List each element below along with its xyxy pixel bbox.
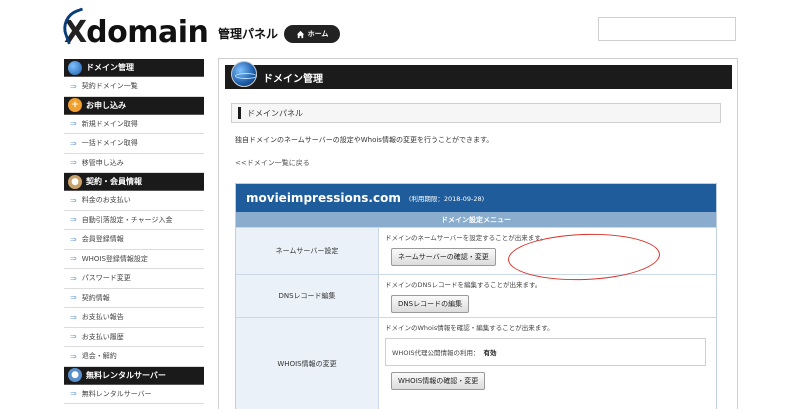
sidebar-section-free-server: ● 無料レンタルサーバー	[64, 366, 204, 385]
arrow-right-icon: ⇒	[70, 273, 77, 283]
sidebar-item-label: 料金のお支払い	[81, 196, 131, 205]
sidebar-item-label: 移管申し込み	[81, 158, 124, 167]
domain-panel-label: ドメインパネル	[247, 108, 303, 118]
sidebar-section-title: ドメイン管理	[86, 63, 134, 72]
whois-proxy-info: WHOIS代理公開情報の利用： 有効	[385, 338, 706, 366]
main-content: ドメイン管理 ドメインパネル 独自ドメインのネームサーバーの設定やWhois情報…	[218, 58, 738, 409]
home-button[interactable]: ホーム	[284, 25, 340, 43]
sidebar-item-bulk-domain[interactable]: ⇒ 一括ドメイン取得	[64, 134, 204, 154]
arrow-right-icon: ⇒	[70, 195, 77, 205]
domain-panel-heading: ドメインパネル	[231, 103, 721, 123]
row-description: ドメインのWhois情報を確認・編集することが出来ます。	[385, 324, 554, 332]
main-header: ドメイン管理	[225, 61, 732, 89]
sidebar-item-label: 契約情報	[81, 293, 110, 302]
arrow-right-icon: ⇒	[70, 234, 77, 244]
sidebar-item-label: 新規ドメイン取得	[81, 119, 138, 128]
nameserver-button[interactable]: ネームサーバーの確認・変更	[391, 248, 496, 266]
row-description: ドメインのDNSレコードを編集することが出来ます。	[385, 281, 542, 289]
domain-expiry: (利用期限：2018-09-28)	[408, 195, 485, 203]
arrow-right-icon: ⇒	[70, 158, 77, 168]
domain-name: movieimpressions.com	[246, 191, 401, 205]
menu-title: ドメイン設定メニュー	[236, 212, 716, 227]
search-box[interactable]	[598, 17, 736, 41]
sidebar-item-payment-report[interactable]: ⇒ お支払い報告	[64, 308, 204, 328]
row-body: ドメインのDNSレコードを編集することが出来ます。 DNSレコードの編集	[379, 275, 716, 317]
row-description: ドメインのネームサーバーを設定することが出来ます。	[385, 234, 547, 242]
sidebar-item-password[interactable]: ⇒ パスワード変更	[64, 269, 204, 289]
arrow-right-icon: ⇒	[70, 119, 77, 129]
row-label: ネームサーバー設定	[236, 228, 379, 274]
sidebar-item-label: 退会・解約	[81, 352, 117, 361]
sidebar-item-label: お支払い報告	[81, 313, 124, 322]
back-to-domain-list-link[interactable]: <<ドメイン一覧に戻る	[235, 158, 310, 168]
page-title: ドメイン管理	[263, 73, 323, 85]
arrow-right-icon: ⇒	[70, 312, 77, 322]
sidebar-item-label: パスワード変更	[81, 274, 131, 283]
row-label: DNSレコード編集	[236, 275, 379, 317]
heading-bar	[238, 107, 241, 119]
sidebar-item-label: 自動引落設定・チャージ入金	[81, 215, 173, 224]
arrow-right-icon: ⇒	[70, 215, 77, 225]
search-input[interactable]	[599, 18, 735, 40]
arrow-right-icon: ⇒	[70, 293, 77, 303]
sidebar-section-title: 契約・会員情報	[86, 177, 142, 186]
arrow-right-icon: ⇒	[70, 254, 77, 264]
sidebar-item-label: 無料レンタルサーバー	[81, 389, 152, 398]
sidebar: ドメイン管理 ⇒ 契約ドメイン一覧 + お申し込み ⇒ 新規ドメイン取得 ⇒ 一括ドメ…	[64, 59, 204, 404]
whois-proxy-label: WHOIS代理公開情報の利用：	[392, 349, 480, 357]
person-icon: ●	[68, 174, 82, 189]
sidebar-item-label: お支払い履歴	[81, 332, 124, 341]
sidebar-item-label: 契約ドメイン一覧	[81, 82, 138, 91]
sidebar-item-contract-domains[interactable]: ⇒ 契約ドメイン一覧	[64, 77, 204, 97]
sidebar-item-new-domain[interactable]: ⇒ 新規ドメイン取得	[64, 114, 204, 134]
logo-x-mark: X	[57, 6, 93, 50]
row-nameserver: ネームサーバー設定 ドメインのネームサーバーを設定することが出来ます。 ネームサ…	[236, 227, 716, 283]
intro-text: 独自ドメインのネームサーバーの設定やWhois情報の変更を行うことができます。	[235, 136, 494, 144]
sidebar-item-contract-info[interactable]: ⇒ 契約情報	[64, 288, 204, 308]
sidebar-item-transfer[interactable]: ⇒ 移管申し込み	[64, 153, 204, 173]
home-label: ホーム	[307, 30, 329, 38]
sidebar-item-label: 一括ドメイン取得	[81, 139, 138, 148]
row-whois: WHOIS情報の変更 ドメインのWhois情報を確認・編集することが出来ます。 …	[236, 317, 716, 409]
arrow-right-icon: ⇒	[70, 389, 77, 399]
sidebar-item-label: 会員登録情報	[81, 235, 124, 244]
sidebar-item-member-info[interactable]: ⇒ 会員登録情報	[64, 230, 204, 250]
globe-icon	[68, 60, 82, 75]
dns-record-edit-button[interactable]: DNSレコードの編集	[391, 295, 470, 313]
plus-icon: +	[68, 98, 82, 112]
sidebar-item-free-server[interactable]: ⇒ 無料レンタルサーバー	[64, 384, 204, 404]
whois-proxy-value: 有効	[483, 349, 497, 357]
sidebar-item-whois-settings[interactable]: ⇒ WHOIS登録情報設定	[64, 249, 204, 269]
row-body: ドメインのWhois情報を確認・編集することが出来ます。 WHOIS代理公開情報…	[379, 318, 716, 409]
domain-bar: movieimpressions.com (利用期限：2018-09-28)	[236, 184, 716, 212]
home-icon	[296, 30, 304, 38]
arrow-right-icon: ⇒	[70, 332, 77, 342]
domain-settings-box: movieimpressions.com (利用期限：2018-09-28) ド…	[235, 183, 717, 409]
sidebar-section-title: お申し込み	[86, 100, 126, 110]
arrow-right-icon: ⇒	[70, 351, 77, 361]
row-label: WHOIS情報の変更	[236, 318, 379, 409]
sidebar-section-application: + お申し込み	[64, 96, 204, 115]
whois-edit-button[interactable]: WHOIS情報の確認・変更	[391, 372, 486, 390]
row-dns: DNSレコード編集 ドメインのDNSレコードを編集することが出来ます。 DNSレ…	[236, 274, 716, 317]
arrow-right-icon: ⇒	[70, 138, 77, 148]
sidebar-item-payment-history[interactable]: ⇒ お支払い履歴	[64, 327, 204, 347]
sidebar-item-label: WHOIS登録情報設定	[81, 254, 148, 263]
row-body: ドメインのネームサーバーを設定することが出来ます。 ネームサーバーの確認・変更	[379, 228, 716, 283]
server-person-icon: ●	[68, 368, 82, 382]
arrow-right-icon: ⇒	[70, 81, 77, 91]
sidebar-section-title: 無料レンタルサーバー	[86, 370, 166, 380]
sidebar-item-cancel[interactable]: ⇒ 退会・解約	[64, 347, 204, 367]
globe-icon	[231, 61, 257, 87]
xdomain-logo[interactable]: Xdomain	[57, 6, 209, 50]
sidebar-section-contract-member: ● 契約・会員情報	[64, 173, 204, 191]
sidebar-item-auto-debit[interactable]: ⇒ 自動引落設定・チャージ入金	[64, 210, 204, 230]
sidebar-item-payment[interactable]: ⇒ 料金のお支払い	[64, 191, 204, 211]
sidebar-section-domain-management: ドメイン管理	[64, 59, 204, 77]
panel-title: 管理パネル	[218, 27, 279, 41]
logo-text: domain	[86, 14, 209, 50]
